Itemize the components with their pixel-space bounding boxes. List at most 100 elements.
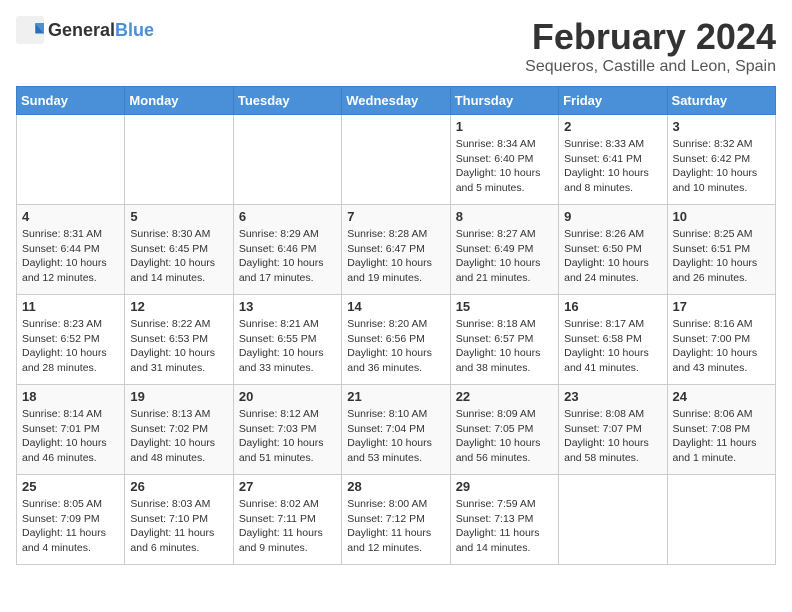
calendar-cell: 27 Sunrise: 8:02 AMSunset: 7:11 PMDayligh… — [233, 475, 341, 565]
day-number: 17 — [673, 299, 770, 314]
day-info: Sunrise: 8:17 AMSunset: 6:58 PMDaylight:… — [564, 317, 661, 376]
calendar-cell: 24Sunrise: 8:06 AMSunset: 7:08 PMDayligh… — [667, 385, 775, 475]
day-number: 27 — [239, 479, 336, 494]
logo-text: GeneralBlue — [48, 20, 154, 41]
calendar-cell: 5Sunrise: 8:30 AMSunset: 6:45 PMDaylight… — [125, 205, 233, 295]
day-of-week-thursday: Thursday — [450, 87, 558, 115]
day-info: Sunrise: 8:32 AMSunset: 6:42 PMDaylight:… — [673, 137, 770, 196]
day-number: 7 — [347, 209, 444, 224]
location-subtitle: Sequeros, Castille and Leon, Spain — [525, 58, 776, 76]
day-number: 10 — [673, 209, 770, 224]
day-info: Sunrise: 8:25 AMSunset: 6:51 PMDaylight:… — [673, 227, 770, 286]
logo-general: General — [48, 20, 115, 40]
day-info: Sunrise: 8:28 AMSunset: 6:47 PMDaylight:… — [347, 227, 444, 286]
day-info: Sunrise: 8:20 AMSunset: 6:56 PMDaylight:… — [347, 317, 444, 376]
day-number: 14 — [347, 299, 444, 314]
day-info: Sunrise: 7:59 AMSunset: 7:13 PMDaylight:… — [456, 497, 553, 556]
day-number: 8 — [456, 209, 553, 224]
calendar-cell: 20 Sunrise: 8:12 AMSunset: 7:03 PMDayligh… — [233, 385, 341, 475]
month-year-title: February 2024 — [525, 16, 776, 58]
week-row-3: 11 Sunrise: 8:23 AMSunset: 6:52 PMDayligh… — [17, 295, 776, 385]
day-of-week-tuesday: Tuesday — [233, 87, 341, 115]
calendar-cell: 6 Sunrise: 8:29 AMSunset: 6:46 PMDaylight… — [233, 205, 341, 295]
day-number: 6 — [239, 209, 336, 224]
day-info: Sunrise: 8:02 AMSunset: 7:11 PMDaylight:… — [239, 497, 336, 556]
calendar-cell: 29 Sunrise: 7:59 AMSunset: 7:13 PMDayligh… — [450, 475, 558, 565]
calendar-cell: 13 Sunrise: 8:21 AMSunset: 6:55 PMDayligh… — [233, 295, 341, 385]
calendar-cell: 26Sunrise: 8:03 AMSunset: 7:10 PMDayligh… — [125, 475, 233, 565]
calendar-cell: 4Sunrise: 8:31 AMSunset: 6:44 PMDaylight… — [17, 205, 125, 295]
calendar-cell: 11 Sunrise: 8:23 AMSunset: 6:52 PMDayligh… — [17, 295, 125, 385]
calendar-cell — [233, 115, 341, 205]
day-number: 26 — [130, 479, 227, 494]
calendar-cell — [559, 475, 667, 565]
calendar-cell: 18 Sunrise: 8:14 AMSunset: 7:01 PMDayligh… — [17, 385, 125, 475]
day-number: 20 — [239, 389, 336, 404]
calendar-table: SundayMondayTuesdayWednesdayThursdayFrid… — [16, 86, 776, 565]
calendar-cell: 28Sunrise: 8:00 AMSunset: 7:12 PMDayligh… — [342, 475, 450, 565]
week-row-4: 18 Sunrise: 8:14 AMSunset: 7:01 PMDayligh… — [17, 385, 776, 475]
week-row-2: 4Sunrise: 8:31 AMSunset: 6:44 PMDaylight… — [17, 205, 776, 295]
day-number: 21 — [347, 389, 444, 404]
calendar-cell: 22Sunrise: 8:09 AMSunset: 7:05 PMDayligh… — [450, 385, 558, 475]
day-number: 15 — [456, 299, 553, 314]
logo-icon — [16, 16, 44, 44]
calendar-cell — [125, 115, 233, 205]
calendar-cell: 8 Sunrise: 8:27 AMSunset: 6:49 PMDaylight… — [450, 205, 558, 295]
day-number: 13 — [239, 299, 336, 314]
calendar-cell: 19 Sunrise: 8:13 AMSunset: 7:02 PMDayligh… — [125, 385, 233, 475]
day-info: Sunrise: 8:08 AMSunset: 7:07 PMDaylight:… — [564, 407, 661, 466]
week-row-1: 1 Sunrise: 8:34 AMSunset: 6:40 PMDaylight… — [17, 115, 776, 205]
day-number: 19 — [130, 389, 227, 404]
calendar-header: SundayMondayTuesdayWednesdayThursdayFrid… — [17, 87, 776, 115]
calendar-cell: 21 Sunrise: 8:10 AMSunset: 7:04 PMDayligh… — [342, 385, 450, 475]
week-row-5: 25 Sunrise: 8:05 AMSunset: 7:09 PMDayligh… — [17, 475, 776, 565]
logo-blue: Blue — [115, 20, 154, 40]
calendar-cell — [17, 115, 125, 205]
day-info: Sunrise: 8:14 AMSunset: 7:01 PMDaylight:… — [22, 407, 119, 466]
day-info: Sunrise: 8:22 AMSunset: 6:53 PMDaylight:… — [130, 317, 227, 376]
day-info: Sunrise: 8:21 AMSunset: 6:55 PMDaylight:… — [239, 317, 336, 376]
day-info: Sunrise: 8:06 AMSunset: 7:08 PMDaylight:… — [673, 407, 770, 466]
day-info: Sunrise: 8:23 AMSunset: 6:52 PMDaylight:… — [22, 317, 119, 376]
day-number: 25 — [22, 479, 119, 494]
logo: GeneralBlue — [16, 16, 154, 44]
title-block: February 2024 Sequeros, Castille and Leo… — [525, 16, 776, 76]
day-number: 18 — [22, 389, 119, 404]
day-number: 22 — [456, 389, 553, 404]
page-header: GeneralBlue February 2024 Sequeros, Cast… — [16, 16, 776, 76]
day-info: Sunrise: 8:13 AMSunset: 7:02 PMDaylight:… — [130, 407, 227, 466]
day-info: Sunrise: 8:18 AMSunset: 6:57 PMDaylight:… — [456, 317, 553, 376]
day-number: 28 — [347, 479, 444, 494]
calendar-cell: 14 Sunrise: 8:20 AMSunset: 6:56 PMDayligh… — [342, 295, 450, 385]
calendar-cell: 25 Sunrise: 8:05 AMSunset: 7:09 PMDayligh… — [17, 475, 125, 565]
calendar-cell: 17Sunrise: 8:16 AMSunset: 7:00 PMDayligh… — [667, 295, 775, 385]
day-info: Sunrise: 8:27 AMSunset: 6:49 PMDaylight:… — [456, 227, 553, 286]
day-number: 9 — [564, 209, 661, 224]
day-info: Sunrise: 8:30 AMSunset: 6:45 PMDaylight:… — [130, 227, 227, 286]
day-info: Sunrise: 8:29 AMSunset: 6:46 PMDaylight:… — [239, 227, 336, 286]
day-number: 1 — [456, 119, 553, 134]
day-number: 29 — [456, 479, 553, 494]
day-of-week-friday: Friday — [559, 87, 667, 115]
calendar-cell: 9 Sunrise: 8:26 AMSunset: 6:50 PMDaylight… — [559, 205, 667, 295]
day-info: Sunrise: 8:10 AMSunset: 7:04 PMDaylight:… — [347, 407, 444, 466]
days-of-week-row: SundayMondayTuesdayWednesdayThursdayFrid… — [17, 87, 776, 115]
day-number: 23 — [564, 389, 661, 404]
day-info: Sunrise: 8:34 AMSunset: 6:40 PMDaylight:… — [456, 137, 553, 196]
day-info: Sunrise: 8:26 AMSunset: 6:50 PMDaylight:… — [564, 227, 661, 286]
calendar-body: 1 Sunrise: 8:34 AMSunset: 6:40 PMDaylight… — [17, 115, 776, 565]
day-info: Sunrise: 8:05 AMSunset: 7:09 PMDaylight:… — [22, 497, 119, 556]
day-number: 11 — [22, 299, 119, 314]
day-number: 2 — [564, 119, 661, 134]
day-info: Sunrise: 8:33 AMSunset: 6:41 PMDaylight:… — [564, 137, 661, 196]
calendar-cell: 3 Sunrise: 8:32 AMSunset: 6:42 PMDaylight… — [667, 115, 775, 205]
calendar-cell: 16Sunrise: 8:17 AMSunset: 6:58 PMDayligh… — [559, 295, 667, 385]
calendar-cell: 2 Sunrise: 8:33 AMSunset: 6:41 PMDaylight… — [559, 115, 667, 205]
day-number: 12 — [130, 299, 227, 314]
calendar-cell — [342, 115, 450, 205]
calendar-cell: 7 Sunrise: 8:28 AMSunset: 6:47 PMDaylight… — [342, 205, 450, 295]
day-info: Sunrise: 8:12 AMSunset: 7:03 PMDaylight:… — [239, 407, 336, 466]
calendar-cell: 15 Sunrise: 8:18 AMSunset: 6:57 PMDayligh… — [450, 295, 558, 385]
day-number: 3 — [673, 119, 770, 134]
